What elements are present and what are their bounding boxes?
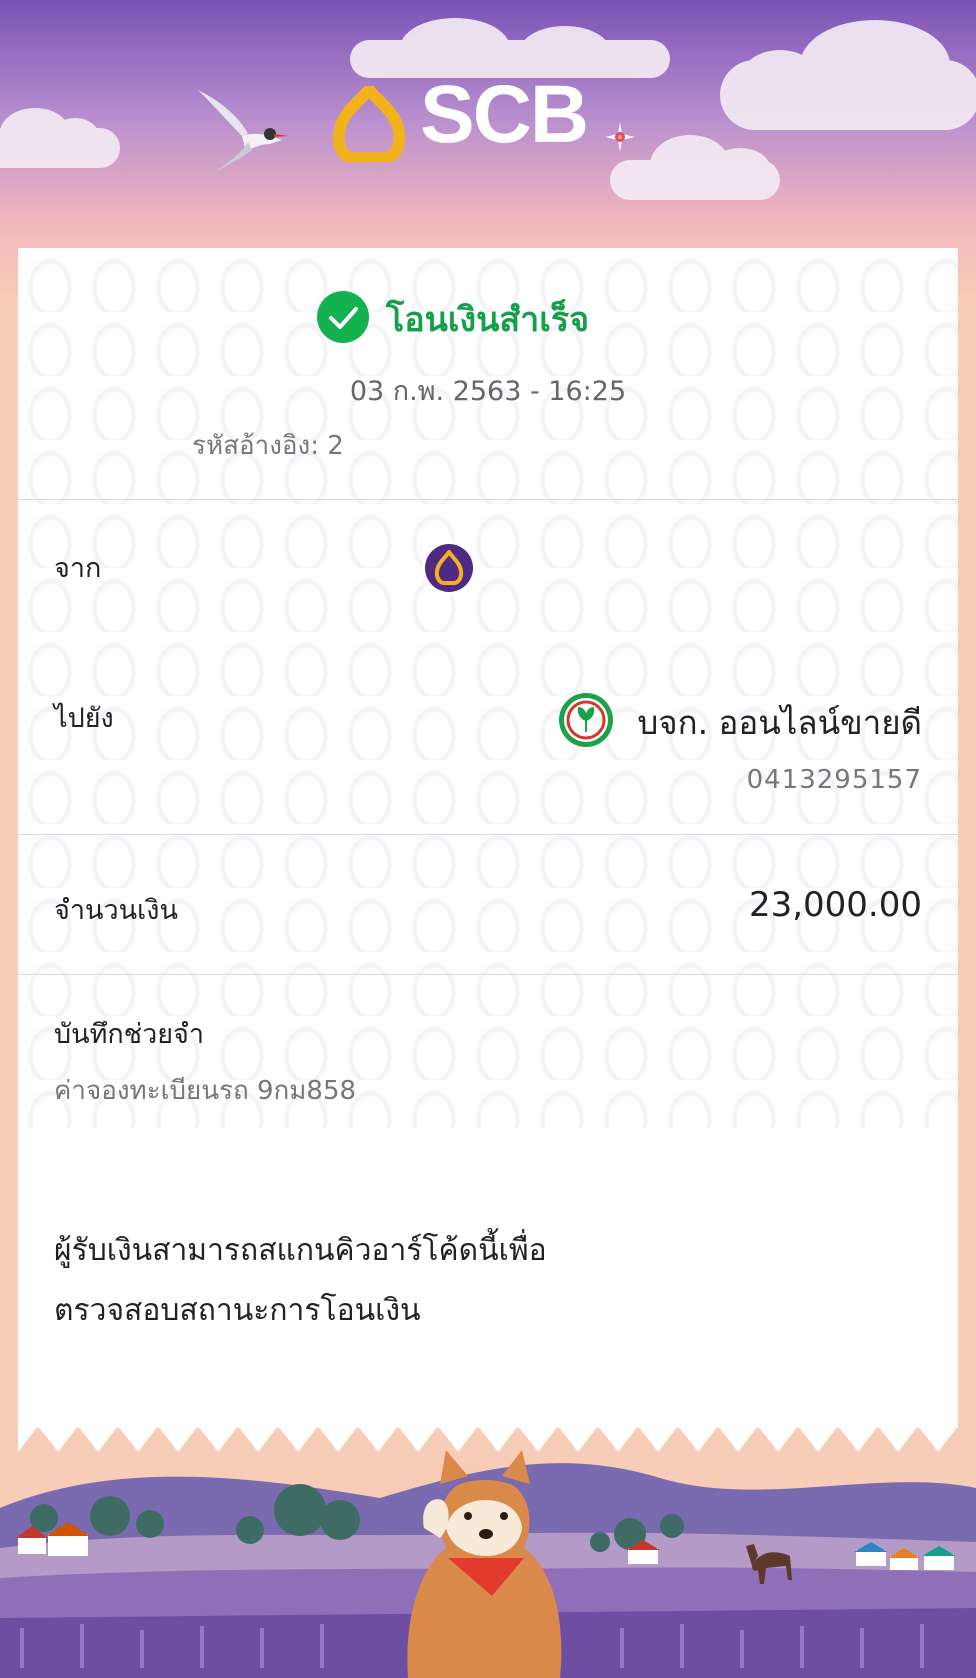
transfer-success-title: โอนเงินสำเร็จ [386, 300, 590, 340]
amount-label: จำนวนเงิน [54, 895, 178, 926]
qr-verification-note: ผู้รับเงินสามารถสแกนคิวอาร์โค้ดนี้เพื่อ … [54, 1221, 674, 1341]
transaction-datetime: 03 ก.พ. 2563 - 16:25 [349, 376, 627, 407]
qr-note-line: ผู้รับเงินสามารถสแกนคิวอาร์โค้ดนี้เพื่อ [54, 1233, 547, 1268]
lavender-field-illustration [0, 1450, 976, 1678]
header-banner: SCB [0, 0, 976, 250]
cloud-decoration [610, 135, 780, 200]
brand-logo-text: SCB [420, 69, 589, 160]
kbank-icon [559, 693, 613, 747]
transfer-slip-card: โอนเงินสำเร็จ 03 ก.พ. 2563 - 16:25 รหัสอ… [18, 248, 958, 1428]
reference-number: รหัสอ้างอิง: 2 [192, 431, 344, 461]
divider [18, 499, 958, 500]
scb-bank-icon [422, 541, 476, 595]
cloud-decoration [0, 108, 120, 168]
recipient-account-number: 0413295157 [746, 765, 922, 795]
divider [18, 974, 958, 975]
cloud-decoration [720, 20, 976, 130]
qr-note-line: ตรวจสอบสถานะการโอนเงิน [54, 1293, 421, 1328]
to-label: ไปยัง [54, 703, 114, 734]
scb-logo-icon [332, 86, 406, 162]
bird-icon [198, 90, 288, 172]
from-label: จาก [54, 553, 102, 584]
amount-value: 23,000.00 [748, 885, 922, 925]
recipient-name: บจก. ออนไลน์ขายดี [637, 703, 922, 742]
divider [18, 834, 958, 835]
sparkle-icon [605, 122, 635, 152]
memo-text: ค่าจองทะเบียนรถ 9กม858 [54, 1076, 357, 1106]
check-circle-icon [317, 291, 369, 343]
memo-label: บันทึกช่วยจำ [54, 1019, 205, 1050]
